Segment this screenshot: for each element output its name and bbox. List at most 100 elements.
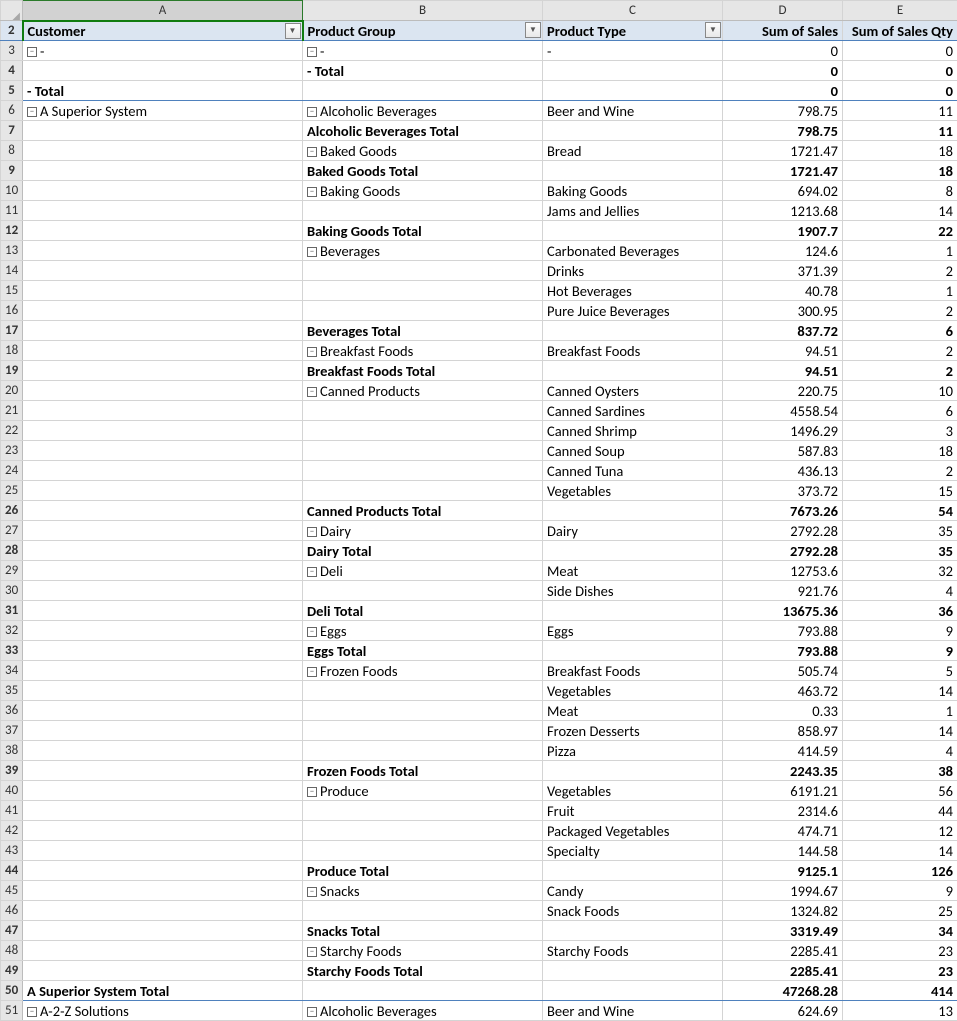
cell-C37[interactable]: Frozen Desserts <box>543 721 723 741</box>
cell-D30[interactable]: 921.76 <box>723 581 843 601</box>
cell-E14[interactable]: 2 <box>843 261 957 281</box>
cell-C35[interactable]: Vegetables <box>543 681 723 701</box>
cell-A14[interactable] <box>23 261 303 281</box>
row-header-24[interactable]: 24 <box>1 461 23 481</box>
cell-E10[interactable]: 8 <box>843 181 957 201</box>
cell-E16[interactable]: 2 <box>843 301 957 321</box>
cell-B7[interactable]: Alcoholic Beverages Total <box>303 121 543 141</box>
collapse-icon[interactable]: − <box>27 47 37 57</box>
cell-D7[interactable]: 798.75 <box>723 121 843 141</box>
cell-E36[interactable]: 1 <box>843 701 957 721</box>
cell-C4[interactable] <box>543 61 723 81</box>
row-header-40[interactable]: 40 <box>1 781 23 801</box>
cell-A39[interactable] <box>23 761 303 781</box>
row-header-28[interactable]: 28 <box>1 541 23 561</box>
cell-A26[interactable] <box>23 501 303 521</box>
cell-C13[interactable]: Carbonated Beverages <box>543 241 723 261</box>
cell-D17[interactable]: 837.72 <box>723 321 843 341</box>
collapse-icon[interactable]: − <box>307 247 317 257</box>
cell-B26[interactable]: Canned Products Total <box>303 501 543 521</box>
row-header-29[interactable]: 29 <box>1 561 23 581</box>
cell-E30[interactable]: 4 <box>843 581 957 601</box>
cell-E48[interactable]: 23 <box>843 941 957 961</box>
cell-A38[interactable] <box>23 741 303 761</box>
row-header-46[interactable]: 46 <box>1 901 23 921</box>
row-header-32[interactable]: 32 <box>1 621 23 641</box>
cell-D37[interactable]: 858.97 <box>723 721 843 741</box>
cell-A4[interactable] <box>23 61 303 81</box>
cell-B33[interactable]: Eggs Total <box>303 641 543 661</box>
cell-A44[interactable] <box>23 861 303 881</box>
row-header-33[interactable]: 33 <box>1 641 23 661</box>
cell-B11[interactable] <box>303 201 543 221</box>
cell-A12[interactable] <box>23 221 303 241</box>
cell-C22[interactable]: Canned Shrimp <box>543 421 723 441</box>
cell-C47[interactable] <box>543 921 723 941</box>
cell-E50[interactable]: 414 <box>843 981 957 1001</box>
cell-C44[interactable] <box>543 861 723 881</box>
cell-B35[interactable] <box>303 681 543 701</box>
cell-B22[interactable] <box>303 421 543 441</box>
cell-E27[interactable]: 35 <box>843 521 957 541</box>
cell-C11[interactable]: Jams and Jellies <box>543 201 723 221</box>
cell-A19[interactable] <box>23 361 303 381</box>
cell-B10[interactable]: −Baking Goods <box>303 181 543 201</box>
cell-E6[interactable]: 11 <box>843 101 957 121</box>
cell-E32[interactable]: 9 <box>843 621 957 641</box>
cell-D24[interactable]: 436.13 <box>723 461 843 481</box>
cell-D45[interactable]: 1994.67 <box>723 881 843 901</box>
cell-D33[interactable]: 793.88 <box>723 641 843 661</box>
row-header-5[interactable]: 5 <box>1 81 23 101</box>
cell-C17[interactable] <box>543 321 723 341</box>
cell-C10[interactable]: Baking Goods <box>543 181 723 201</box>
row-header-20[interactable]: 20 <box>1 381 23 401</box>
cell-A40[interactable] <box>23 781 303 801</box>
cell-B48[interactable]: −Starchy Foods <box>303 941 543 961</box>
cell-D51[interactable]: 624.69 <box>723 1001 843 1021</box>
cell-A27[interactable] <box>23 521 303 541</box>
col-header-C[interactable]: C <box>543 1 723 21</box>
cell-A22[interactable] <box>23 421 303 441</box>
cell-C5[interactable] <box>543 81 723 101</box>
cell-B30[interactable] <box>303 581 543 601</box>
cell-D4[interactable]: 0 <box>723 61 843 81</box>
cell-D6[interactable]: 798.75 <box>723 101 843 121</box>
col-header-D[interactable]: D <box>723 1 843 21</box>
cell-B16[interactable] <box>303 301 543 321</box>
row-header-17[interactable]: 17 <box>1 321 23 341</box>
cell-C9[interactable] <box>543 161 723 181</box>
row-header-6[interactable]: 6 <box>1 101 23 121</box>
cell-B39[interactable]: Frozen Foods Total <box>303 761 543 781</box>
cell-C48[interactable]: Starchy Foods <box>543 941 723 961</box>
row-header-21[interactable]: 21 <box>1 401 23 421</box>
cell-E41[interactable]: 44 <box>843 801 957 821</box>
row-header-51[interactable]: 51 <box>1 1001 23 1021</box>
cell-E42[interactable]: 12 <box>843 821 957 841</box>
cell-D40[interactable]: 6191.21 <box>723 781 843 801</box>
cell-C38[interactable]: Pizza <box>543 741 723 761</box>
cell-A11[interactable] <box>23 201 303 221</box>
cell-E35[interactable]: 14 <box>843 681 957 701</box>
cell-B41[interactable] <box>303 801 543 821</box>
cell-D26[interactable]: 7673.26 <box>723 501 843 521</box>
row-header-50[interactable]: 50 <box>1 981 23 1001</box>
cell-E46[interactable]: 25 <box>843 901 957 921</box>
cell-B17[interactable]: Beverages Total <box>303 321 543 341</box>
cell-B45[interactable]: −Snacks <box>303 881 543 901</box>
cell-C34[interactable]: Breakfast Foods <box>543 661 723 681</box>
cell-B21[interactable] <box>303 401 543 421</box>
cell-A50[interactable]: A Superior System Total <box>23 981 303 1001</box>
cell-D39[interactable]: 2243.35 <box>723 761 843 781</box>
cell-C33[interactable] <box>543 641 723 661</box>
cell-C40[interactable]: Vegetables <box>543 781 723 801</box>
cell-E21[interactable]: 6 <box>843 401 957 421</box>
row-header-16[interactable]: 16 <box>1 301 23 321</box>
cell-C32[interactable]: Eggs <box>543 621 723 641</box>
collapse-icon[interactable]: − <box>307 787 317 797</box>
row-header-23[interactable]: 23 <box>1 441 23 461</box>
collapse-icon[interactable]: − <box>307 347 317 357</box>
cell-B37[interactable] <box>303 721 543 741</box>
cell-D46[interactable]: 1324.82 <box>723 901 843 921</box>
cell-A48[interactable] <box>23 941 303 961</box>
cell-A29[interactable] <box>23 561 303 581</box>
